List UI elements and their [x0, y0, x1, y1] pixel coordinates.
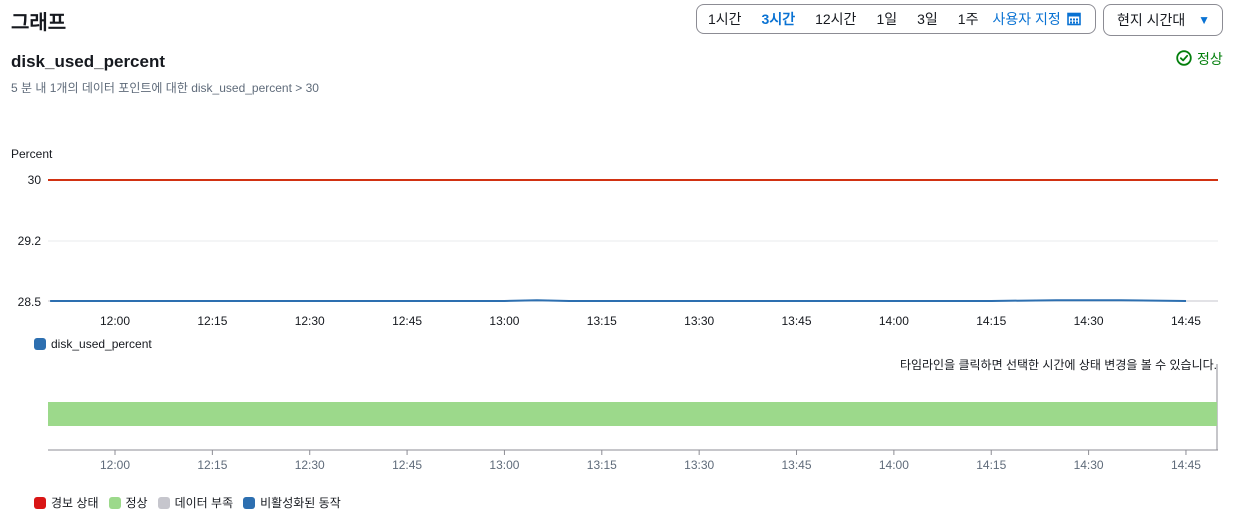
- x-tick-label: 13:45: [781, 314, 812, 328]
- timeline-tick-label: 13:00: [489, 458, 520, 472]
- legend-swatch: [34, 496, 46, 509]
- legend-swatch: [157, 496, 170, 509]
- legend-item-ok: 정상: [108, 494, 148, 511]
- legend-label[interactable]: disk_used_percent: [51, 337, 152, 351]
- legend-item-insufficient-data: 데이터 부족: [157, 494, 234, 511]
- x-tick-label: 12:15: [197, 314, 228, 328]
- legend-item-alarm: 경보 상태: [34, 494, 99, 511]
- x-tick-label: 14:00: [878, 314, 909, 328]
- chart-legend: disk_used_percent: [34, 337, 152, 351]
- x-tick-label: 12:00: [99, 314, 131, 328]
- timeline-tick-label: 13:30: [684, 458, 715, 472]
- x-tick-label: 12:45: [392, 314, 423, 328]
- series-line-disk-used-percent: [50, 299, 1187, 302]
- timeline-tick-label: 13:15: [586, 458, 617, 472]
- timeline-tick-label: 14:45: [1170, 458, 1201, 472]
- legend-label: 데이터 부족: [174, 496, 234, 510]
- timeline-tick-label: 14:00: [878, 458, 909, 472]
- x-tick-label: 14:30: [1073, 314, 1104, 328]
- x-tick-label: 14:15: [976, 314, 1007, 328]
- timeline-state-bar[interactable]: [48, 402, 1217, 426]
- x-tick-label: 14:45: [1170, 314, 1201, 328]
- x-tick-label: 13:00: [489, 314, 520, 328]
- legend-swatch: [34, 338, 46, 350]
- timeline-tick-label: 12:15: [197, 458, 228, 472]
- x-tick-label: 13:15: [586, 314, 617, 328]
- timeline-tick-label: 13:45: [781, 458, 812, 472]
- legend-label: 비활성화된 동작: [260, 496, 341, 510]
- timeline-tick-label: 14:30: [1073, 458, 1104, 472]
- legend-swatch: [243, 496, 256, 509]
- legend-label: 경보 상태: [51, 496, 99, 510]
- x-tick-label: 12:30: [294, 314, 325, 328]
- x-tick-label: 13:30: [684, 314, 715, 328]
- timeline-tick-label: 14:15: [976, 458, 1007, 472]
- legend-item-disabled-action: 비활성화된 동작: [243, 494, 341, 511]
- timeline-tick-label: 12:45: [392, 458, 423, 472]
- legend-label: 정상: [125, 496, 148, 510]
- legend-swatch: [108, 496, 121, 509]
- timeline-tick-label: 12:00: [99, 458, 131, 472]
- timeline-legend: 경보 상태 정상 데이터 부족 비활성화된 동작: [34, 494, 351, 511]
- timeline-tick-label: 12:30: [294, 458, 325, 472]
